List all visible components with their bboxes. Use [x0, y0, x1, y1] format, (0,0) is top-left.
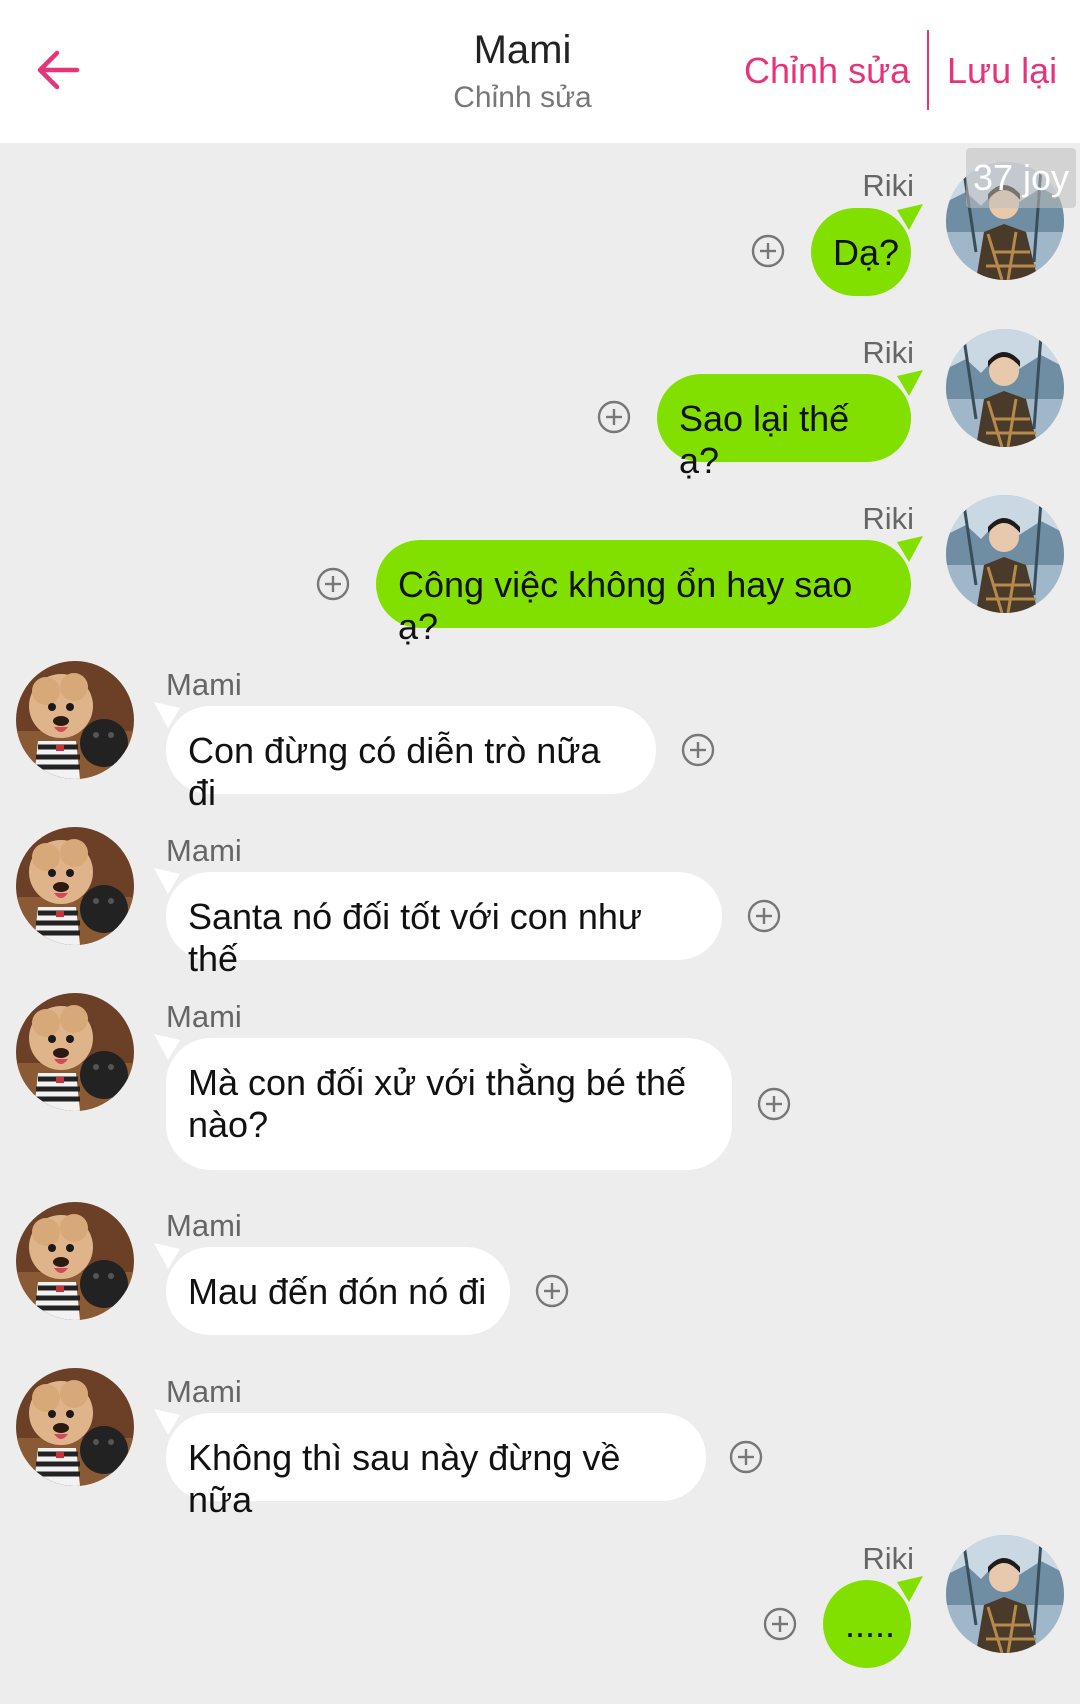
avatar-mami[interactable] [16, 827, 134, 945]
bubble-tail [154, 1243, 180, 1269]
watermark: 37 joy [966, 148, 1076, 208]
message-text: Mau đến đón nó đi [188, 1271, 487, 1312]
message-bubble[interactable]: Santa nó đối tốt với con như thế [154, 868, 722, 979]
avatar-riki[interactable] [946, 329, 1064, 447]
bubble-tail [897, 204, 923, 230]
header-divider [927, 30, 929, 110]
bubble-tail [897, 536, 923, 562]
add-reaction-icon[interactable] [729, 1440, 763, 1474]
sender-name: Mami [166, 833, 242, 868]
sender-name: Mami [166, 999, 242, 1034]
message-bubble[interactable]: Không thì sau này đừng về nữa [154, 1409, 706, 1520]
add-reaction-icon[interactable] [751, 234, 785, 268]
add-reaction-icon[interactable] [597, 400, 631, 434]
message-text: Mà con đối xử với thằng bé thế nào? [188, 1062, 686, 1145]
message-bubble[interactable]: Mau đến đón nó đi [154, 1243, 510, 1335]
arrow-left-icon [37, 50, 80, 90]
message-bubble[interactable]: Dạ? [811, 204, 923, 296]
sender-name: Mami [166, 1374, 242, 1409]
message-text: Công việc không ổn hay sao ạ? [398, 564, 853, 647]
add-reaction-icon[interactable] [763, 1607, 797, 1641]
message-bubble[interactable]: Mà con đối xử với thằng bé thế nào? [154, 1034, 732, 1170]
sender-name: Riki [862, 1541, 914, 1576]
add-reaction-icon[interactable] [757, 1087, 791, 1121]
avatar-mami[interactable] [16, 993, 134, 1111]
message-bubble[interactable]: Con đừng có diễn trò nữa đi [154, 702, 656, 813]
avatar-mami[interactable] [16, 1368, 134, 1486]
sender-name: Riki [862, 501, 914, 536]
page-title: Mami [473, 28, 572, 72]
message-bubble[interactable]: Công việc không ổn hay sao ạ? [376, 536, 923, 647]
title-block: Mami Chỉnh sửa [270, 24, 775, 118]
bubble-tail [897, 1576, 923, 1602]
bubble-tail [897, 370, 923, 396]
sender-name: Mami [166, 667, 242, 702]
bubble-tail [154, 868, 180, 894]
save-button[interactable]: Lưu lại [947, 45, 1057, 97]
message-text: Dạ? [833, 232, 900, 273]
bubble-tail [154, 1034, 180, 1060]
sender-name: Riki [862, 335, 914, 370]
add-reaction-icon[interactable] [316, 567, 350, 601]
back-button[interactable] [28, 40, 88, 100]
message-bubble[interactable]: Sao lại thế ạ? [657, 370, 923, 481]
page-subtitle: Chỉnh sửa [453, 81, 592, 114]
message-text: Con đừng có diễn trò nữa đi [188, 730, 601, 813]
add-reaction-icon[interactable] [535, 1274, 569, 1308]
message-text: Không thì sau này đừng về nữa [188, 1437, 621, 1520]
avatar-riki[interactable] [946, 1535, 1064, 1653]
bubble-tail [154, 1409, 180, 1435]
add-reaction-icon[interactable] [747, 899, 781, 933]
edit-button[interactable]: Chỉnh sửa [744, 45, 910, 97]
message-text: Santa nó đối tốt với con như thế [188, 896, 642, 979]
add-reaction-icon[interactable] [681, 733, 715, 767]
avatar-riki[interactable] [946, 495, 1064, 613]
avatar-mami[interactable] [16, 1202, 134, 1320]
avatar-mami[interactable] [16, 661, 134, 779]
message-text: Sao lại thế ạ? [679, 398, 850, 481]
sender-name: Riki [862, 168, 914, 203]
sender-name: Mami [166, 1208, 242, 1243]
message-text: ..... [845, 1604, 896, 1645]
bubble-tail [154, 702, 180, 728]
chat-header: Mami Chỉnh sửa Chỉnh sửa Lưu lại [0, 0, 1080, 143]
message-bubble[interactable]: ..... [823, 1576, 923, 1668]
